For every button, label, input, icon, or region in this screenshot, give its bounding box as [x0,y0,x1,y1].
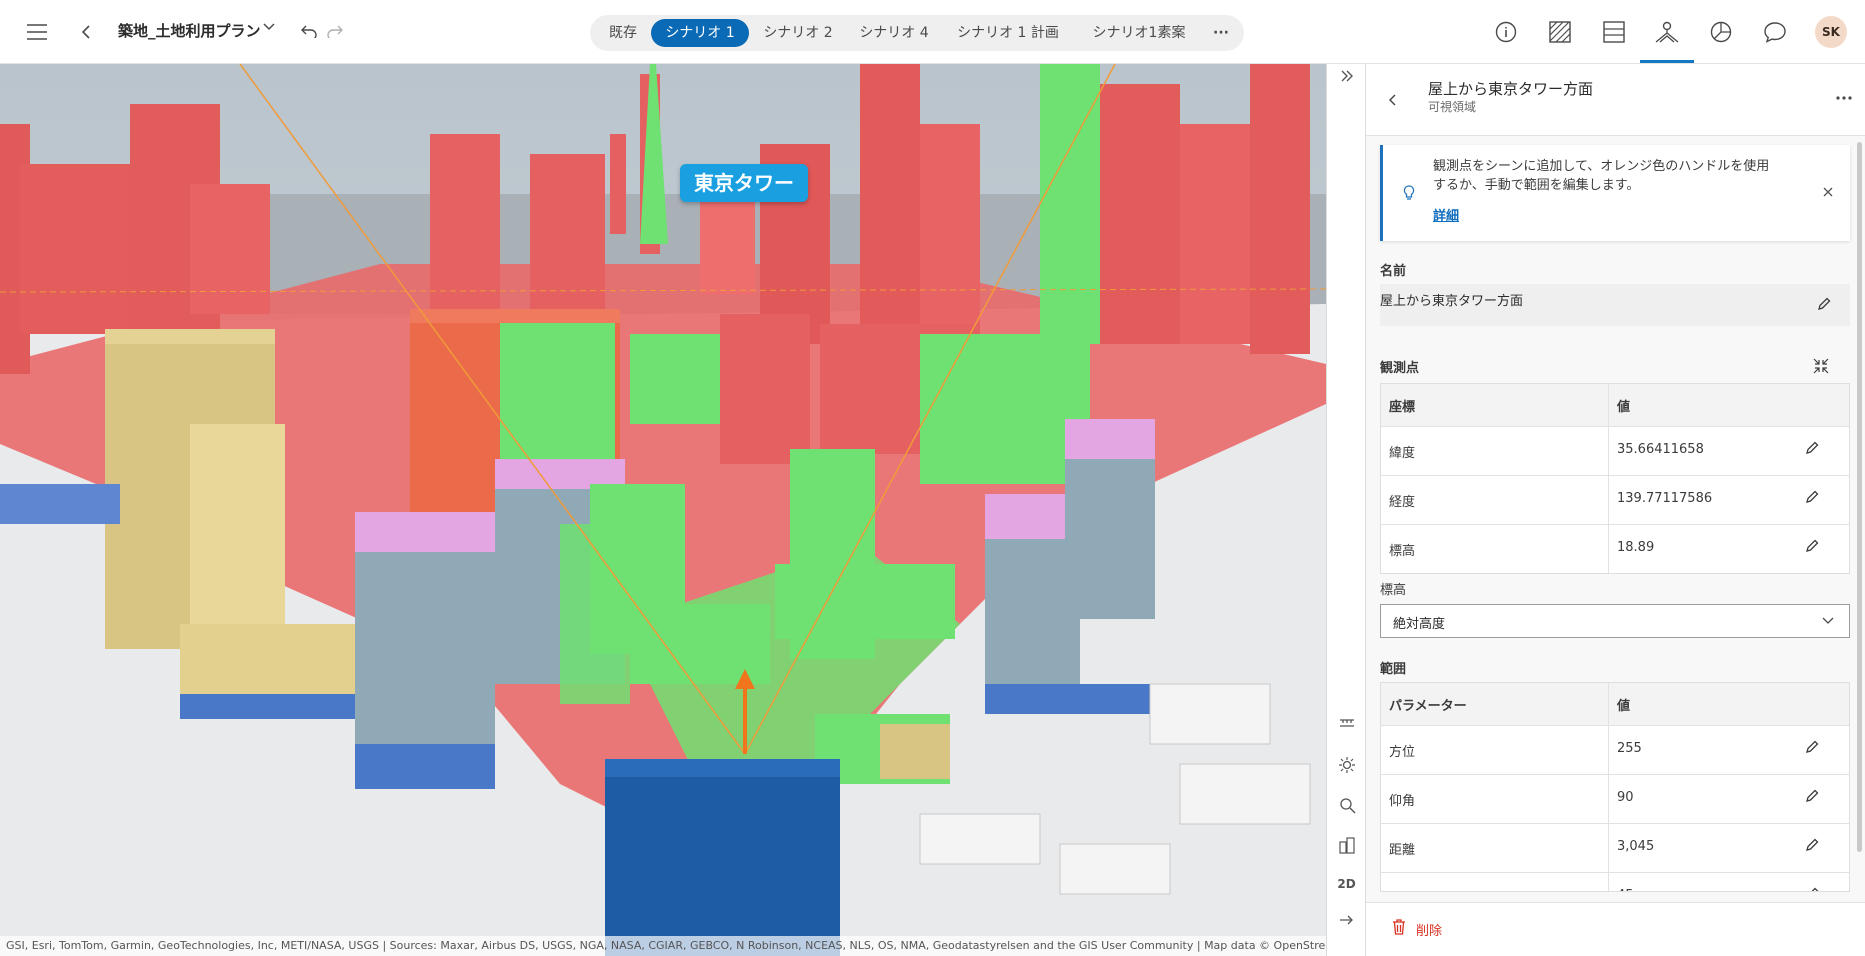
active-tool-indicator [1640,60,1694,63]
distance-value: 3,045 [1617,839,1655,854]
table-row: 経度 139.77117586 [1381,475,1849,524]
table-row: 距離 3,045 [1381,823,1849,872]
longitude-value: 139.77117586 [1617,491,1713,506]
back-icon[interactable] [1384,90,1400,110]
tool-rail: 2D [1326,64,1365,956]
tab-scenario-2[interactable]: シナリオ 2 [752,19,844,47]
layout-icon[interactable] [1597,14,1631,50]
panel-scrollbar[interactable] [1857,142,1862,852]
app-header: 築地_土地利用プラン 既存 シナリオ 1 シナリオ 2 シナリオ 4 シナリオ … [0,0,1865,64]
more-options-icon[interactable] [1832,86,1856,110]
viewshed-panel: 屋上から東京タワー方面 可視領域 観測点をシーンに追加して、オレンジ色のハンドル… [1365,64,1865,956]
delete-label: 削除 [1416,923,1443,939]
table-row: 方位 255 [1381,725,1849,774]
range-table: パラメーター 値 方位 255 仰角 90 距離 3,045 視野の水平角 45 [1380,682,1850,892]
table-header: 座標 値 [1381,384,1849,426]
scene-render [0,64,1326,956]
edit-icon[interactable] [1805,441,1819,455]
tab-scenario-existing[interactable]: 既存 [598,19,648,47]
measure-icon[interactable] [1327,716,1366,738]
elevation-label: 標高 [1389,544,1416,559]
elevation-mode-label: 標高 [1380,583,1407,598]
lightbulb-icon [1401,183,1417,203]
undo-icon[interactable] [298,20,320,42]
panel-title: 屋上から東京タワー方面 [1428,80,1594,98]
edit-icon[interactable] [1805,740,1819,754]
trash-icon [1392,919,1406,939]
edit-icon[interactable] [1805,789,1819,803]
sun-icon[interactable] [1327,756,1366,778]
tab-scenario-1-plan[interactable]: シナリオ 1 計画 [944,19,1072,47]
scenario-tabs: 既存 シナリオ 1 シナリオ 2 シナリオ 4 シナリオ 1 計画 シナリオ1素… [590,15,1244,51]
more-scenarios-button[interactable]: ··· [1204,19,1238,47]
buildings-icon[interactable] [1327,836,1366,858]
tilt-value: 90 [1617,790,1634,805]
heading-value: 255 [1617,741,1642,756]
chart-icon[interactable] [1704,14,1738,50]
edit-icon[interactable] [1805,539,1819,553]
info-icon[interactable] [1489,14,1523,50]
menu-icon[interactable] [22,18,52,46]
table-row: 視野の水平角 45 [1381,872,1849,891]
tab-scenario-1-draft[interactable]: シナリオ1素案 [1076,19,1202,47]
table-row: 仰角 90 [1381,774,1849,823]
tip-text: 観測点をシーンに追加して、オレンジ色のハンドルを使用するか、手動で範囲を編集しま… [1433,159,1770,193]
back-icon[interactable] [76,20,96,44]
elevation-mode-value: 絶対高度 [1393,617,1446,632]
horizontal-fov-value: 45 [1617,888,1634,891]
avatar[interactable]: SK [1815,16,1847,48]
edit-icon[interactable] [1805,838,1819,852]
column-header: 値 [1617,400,1631,415]
edit-icon[interactable] [1805,490,1819,504]
details-link[interactable]: 詳細 [1433,205,1459,224]
redo-icon[interactable] [324,20,346,42]
viewshed-icon[interactable] [1650,14,1684,50]
comment-icon[interactable] [1758,14,1792,50]
chevron-down-icon[interactable] [262,22,276,32]
hatch-icon[interactable] [1543,14,1577,50]
delete-button[interactable]: 削除 [1392,919,1442,939]
project-title: 築地_土地利用プラン [118,22,261,40]
column-header: 座標 [1389,400,1416,415]
elevation-value: 18.89 [1617,540,1655,555]
observer-table: 座標 値 緯度 35.66411658 経度 139.77117586 標高 1… [1380,383,1850,574]
tilt-label: 仰角 [1389,794,1416,809]
zoom-icon[interactable] [1327,796,1366,818]
name-label: 名前 [1380,264,1407,279]
edit-icon[interactable] [1814,294,1834,314]
close-icon[interactable] [1819,183,1837,201]
column-header: パラメーター [1389,699,1467,714]
tab-scenario-4[interactable]: シナリオ 4 [848,19,940,47]
table-row: 緯度 35.66411658 [1381,426,1849,475]
collapse-icon[interactable] [1811,356,1831,376]
landmark-label[interactable]: 東京タワー [680,164,808,202]
name-value: 屋上から東京タワー方面 [1380,294,1524,309]
latitude-label: 緯度 [1389,446,1416,461]
latitude-value: 35.66411658 [1617,442,1704,457]
expand-panel-icon[interactable] [1327,70,1366,94]
map-attribution: GSI, Esri, TomTom, Garmin, GeoTechnologi… [0,936,1326,956]
scene-viewport[interactable]: 東京タワー GSI, Esri, TomTom, Garmin, GeoTech… [0,64,1326,956]
column-header: 値 [1617,699,1631,714]
chevron-down-icon [1821,615,1835,627]
panel-subtitle: 可視領域 [1428,100,1477,114]
table-header: パラメーター 値 [1381,683,1849,725]
view-2d-toggle[interactable]: 2D [1327,877,1366,895]
panel-footer: 削除 [1366,902,1865,956]
tip-notice: 観測点をシーンに追加して、オレンジ色のハンドルを使用するか、手動で範囲を編集しま… [1380,145,1850,241]
distance-label: 距離 [1389,843,1416,858]
name-field[interactable]: 屋上から東京タワー方面 [1380,284,1850,326]
panel-header: 屋上から東京タワー方面 可視領域 [1366,64,1865,136]
longitude-label: 経度 [1389,495,1416,510]
observer-label: 観測点 [1380,361,1420,376]
edit-icon[interactable] [1805,887,1819,891]
tab-scenario-1[interactable]: シナリオ 1 [651,19,749,47]
range-label: 範囲 [1380,662,1407,677]
table-row: 標高 18.89 [1381,524,1849,573]
navigate-icon[interactable] [1327,914,1366,936]
elevation-mode-select[interactable]: 絶対高度 [1380,604,1850,638]
horizontal-fov-label: 視野の水平角 [1389,888,1467,891]
heading-label: 方位 [1389,745,1416,760]
